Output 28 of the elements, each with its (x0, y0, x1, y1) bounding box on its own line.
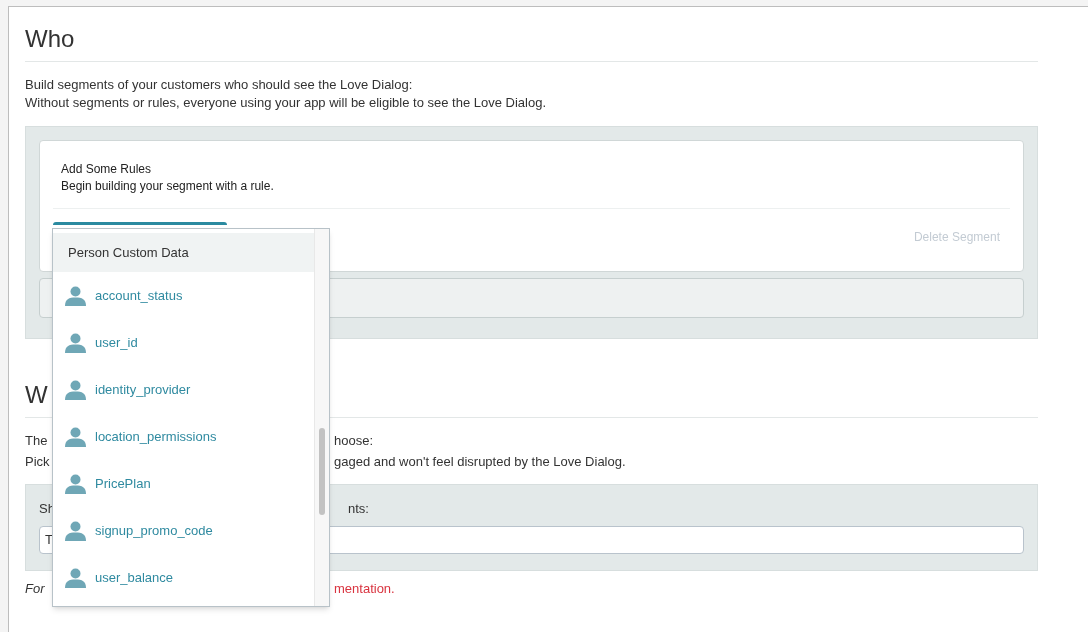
description-text: Without segments or rules, everyone using your app will be eligible to see the Love Dialog. (25, 94, 547, 112)
person-icon (65, 567, 86, 588)
attribute-option[interactable]: user_id (53, 319, 314, 366)
person-icon (65, 426, 86, 447)
attribute-option[interactable]: identity_provider (53, 366, 314, 413)
segment-subtitle: Begin building your segment with a rule. (61, 178, 275, 195)
section-title: Who (25, 24, 76, 54)
description-text: gaged and won't feel disrupted by the Love Dialog. (334, 453, 626, 471)
scrollbar-thumb[interactable] (319, 428, 325, 515)
description-text: Pick (25, 453, 51, 471)
person-icon (65, 285, 86, 306)
note-text: For (25, 580, 46, 598)
section-title: W (25, 380, 49, 410)
dropdown-header: Person Custom Data (53, 233, 314, 272)
person-icon (65, 379, 86, 400)
person-icon (65, 332, 86, 353)
attribute-option[interactable]: PricePlan (53, 460, 314, 507)
scrollbar[interactable] (314, 229, 329, 606)
segment-title: Add Some Rules (61, 161, 153, 178)
person-icon (65, 520, 86, 541)
description-text: Build segments of your customers who should see the Love Dialog: (25, 76, 414, 94)
attribute-option[interactable]: user_balance (53, 554, 314, 601)
description-text: The (25, 432, 49, 450)
attribute-option[interactable]: account_status (53, 272, 314, 319)
person-icon (65, 473, 86, 494)
field-label: nts: (348, 500, 369, 518)
attribute-option[interactable]: location_permissions (53, 413, 314, 460)
description-text: hoose: (334, 432, 374, 450)
